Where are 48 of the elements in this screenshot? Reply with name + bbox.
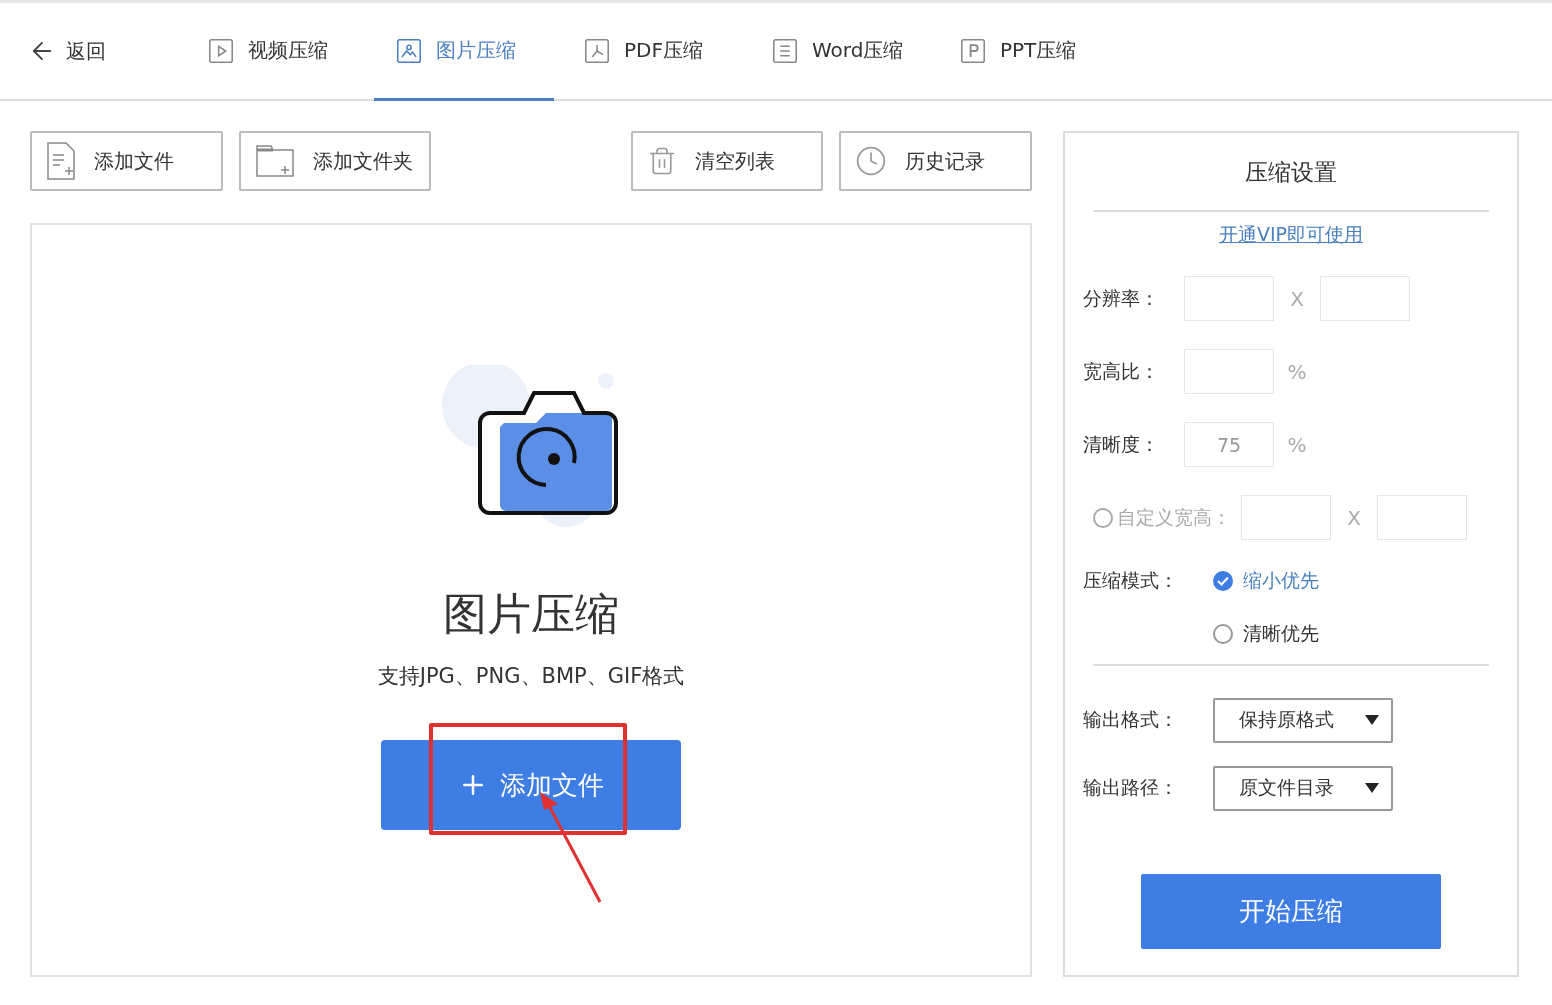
word-tab-icon (772, 37, 798, 64)
image-tab-icon (396, 37, 422, 64)
field-label: 分辨率： (1083, 285, 1160, 311)
field-label: 输出路径： (1083, 775, 1179, 800)
toolbar-button[interactable]: 添加文件 (30, 131, 223, 191)
add-file-icon (46, 141, 76, 181)
number-field[interactable] (1320, 276, 1410, 321)
field-label: 清晰度： (1083, 431, 1160, 457)
option-label[interactable]: 缩小优先 (1243, 567, 1319, 594)
tab[interactable]: PDF压缩 (562, 3, 742, 101)
supported-formats-text: 支持JPG、PNG、BMP、GIF格式 (377, 663, 685, 690)
field-label: 输出格式： (1083, 707, 1179, 732)
ppt-tab-icon (960, 37, 986, 64)
pdf-tab-icon (584, 37, 610, 64)
field-label: 宽高比： (1083, 358, 1160, 384)
caret-icon (1365, 783, 1379, 793)
vip-link[interactable]: 开通VIP即可使用 (1218, 222, 1364, 248)
start-button[interactable]: 开始压缩 (1141, 874, 1441, 949)
option-label[interactable]: 清晰优先 (1243, 620, 1319, 647)
caret-icon (1365, 715, 1379, 725)
radio-button[interactable] (1213, 623, 1233, 644)
add-file-button[interactable]: 添加文件 (381, 740, 681, 830)
check-icon (1217, 575, 1229, 586)
number-field[interactable] (1184, 349, 1274, 394)
tab[interactable]: 图片压缩 (374, 3, 554, 101)
clock-icon (855, 145, 888, 177)
toolbar-button[interactable]: 清空列表 (630, 131, 824, 191)
radio-button[interactable] (1213, 570, 1233, 591)
tab[interactable]: Word压缩 (750, 3, 930, 101)
field-label: 压缩模式： (1083, 567, 1179, 593)
number-field[interactable] (1184, 276, 1274, 321)
settings-title: 压缩设置 (1093, 133, 1489, 212)
times-sign: X (1346, 505, 1362, 530)
tab[interactable]: 视频压缩 (186, 3, 366, 101)
times-sign: X (1289, 286, 1305, 311)
toolbar-button[interactable]: 历史记录 (839, 131, 1032, 191)
dropdown[interactable]: 原文件目录 (1213, 765, 1393, 811)
video-tab-icon (208, 37, 234, 64)
dropdown[interactable]: 保持原格式 (1213, 697, 1393, 743)
percent-sign: % (1286, 432, 1308, 457)
percent-sign: % (1286, 359, 1308, 384)
field-label: 自定义宽高： (1117, 504, 1231, 530)
toolbar-button[interactable]: 添加文件夹 (238, 131, 432, 191)
number-field[interactable]: 75 (1184, 422, 1274, 467)
drop-title: 图片压缩 (443, 587, 619, 641)
back-button[interactable]: 返回 (28, 3, 106, 99)
add-folder-icon (254, 144, 295, 178)
tab[interactable]: PPT压缩 (938, 3, 1118, 101)
